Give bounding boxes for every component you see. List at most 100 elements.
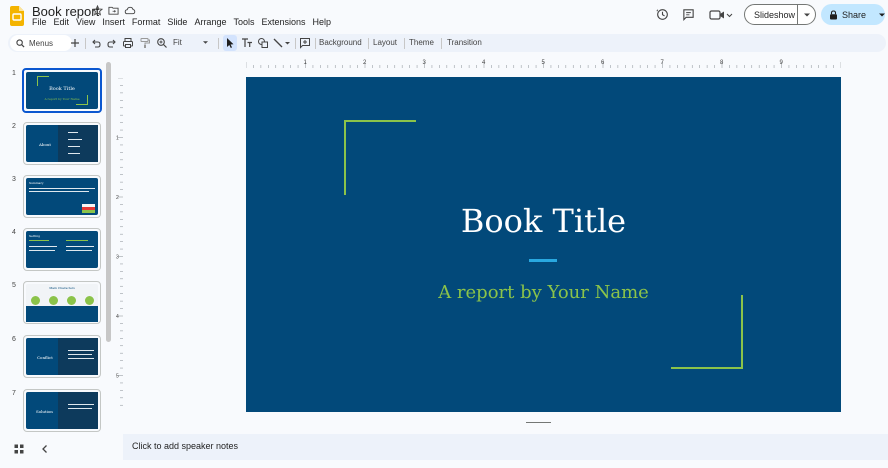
slide-number: 5 [12, 282, 16, 289]
menu-arrange[interactable]: Arrange [194, 17, 230, 27]
shape-icon[interactable] [257, 37, 269, 49]
search-icon [16, 38, 25, 48]
slide-thumbnail-1[interactable]: Book Title A report by Your Name [22, 68, 102, 113]
menu-file[interactable]: File [32, 17, 51, 27]
slide-thumbnail-2[interactable]: About [23, 122, 101, 165]
slide-thumbnail-7[interactable]: Solution [23, 389, 101, 432]
slide-thumbnail-4[interactable]: Setting [23, 228, 101, 271]
filmstrip-scrollbar[interactable] [106, 62, 111, 342]
slide-number: 1 [12, 70, 16, 77]
select-pointer-icon[interactable] [223, 35, 237, 51]
ruler-label: 7 [661, 60, 665, 66]
layout-button[interactable]: Layout [373, 38, 397, 47]
thumb-title: Conflict [37, 355, 53, 360]
star-icon[interactable] [92, 5, 104, 17]
share-caret-down-icon[interactable] [878, 12, 886, 18]
menu-bar: File Edit View Insert Format Slide Arran… [32, 17, 338, 27]
menu-view[interactable]: View [76, 17, 99, 27]
ruler-label: 4 [116, 314, 119, 320]
thumb-subtitle: A report by Your Name [44, 97, 80, 101]
redo-icon[interactable] [106, 37, 118, 49]
thumb-title: Setting [29, 234, 41, 238]
ruler-label: 1 [116, 136, 119, 142]
speaker-notes-panel[interactable]: Click to add speaker notes [123, 434, 888, 460]
ruler-label: 6 [601, 60, 605, 66]
comments-icon[interactable] [682, 8, 695, 21]
ruler-label: 1 [304, 60, 308, 66]
notes-resize-handle[interactable] [526, 422, 551, 423]
toolbar-divider [404, 38, 405, 49]
lock-icon [829, 9, 838, 20]
slide-thumbnail-3[interactable]: Summary [23, 175, 101, 218]
ruler-label: 5 [542, 60, 546, 66]
slide-filmstrip: 1 Book Title A report by Your Name 2 Abo… [0, 60, 112, 432]
thumb-title: Book Title [49, 86, 75, 92]
menus-search[interactable]: Menus [10, 35, 72, 51]
zoom-select[interactable]: Fit [173, 38, 213, 47]
toolbar-divider [441, 38, 442, 49]
toolbar-divider [315, 38, 316, 49]
meet-video-icon[interactable] [709, 9, 733, 21]
slides-logo-icon[interactable] [10, 6, 24, 26]
slide-subtitle[interactable]: A report by Your Name [246, 282, 841, 303]
menu-help[interactable]: Help [313, 17, 336, 27]
slideshow-label: Slideshow [754, 9, 796, 20]
cloud-status-icon[interactable] [124, 5, 136, 17]
thumb-title: Main Characters [49, 286, 75, 290]
thumb-title: Summary [29, 181, 44, 185]
share-button[interactable]: Share [821, 4, 886, 25]
menus-search-label: Menus [29, 38, 54, 48]
slide-title[interactable]: Book Title [246, 202, 841, 240]
menu-slide[interactable]: Slide [167, 17, 191, 27]
slide-number: 4 [12, 229, 16, 236]
thumb-title: Solution [36, 409, 53, 414]
zoom-caret-down-icon [202, 40, 209, 45]
menu-format[interactable]: Format [132, 17, 165, 27]
grid-view-icon[interactable] [13, 443, 25, 455]
horizontal-ruler: 1 2 3 4 5 6 7 8 9 [246, 60, 841, 68]
menu-edit[interactable]: Edit [54, 17, 74, 27]
vertical-ruler: 1 2 3 4 5 [116, 78, 123, 406]
slide-number: 2 [12, 123, 16, 130]
speaker-notes-placeholder: Click to add speaker notes [132, 441, 239, 451]
print-icon[interactable] [122, 37, 134, 49]
ruler-label: 4 [482, 60, 486, 66]
slideshow-button[interactable]: Slideshow [744, 4, 816, 25]
slide-number: 7 [12, 390, 16, 397]
new-slide-plus-icon[interactable] [69, 37, 81, 49]
transition-button[interactable]: Transition [447, 38, 482, 47]
theme-button[interactable]: Theme [409, 38, 434, 47]
add-comment-icon[interactable] [299, 37, 311, 49]
undo-icon[interactable] [90, 37, 102, 49]
toolbar-divider [295, 38, 296, 49]
share-label: Share [842, 9, 867, 20]
caret-down-icon[interactable] [798, 12, 815, 18]
toolbar-divider [85, 38, 86, 49]
title-accent-bar [529, 259, 557, 262]
corner-bracket-bottom-right [671, 295, 743, 369]
ruler-label: 3 [116, 255, 119, 261]
line-tool-icon[interactable] [272, 37, 292, 49]
ruler-label: 3 [423, 60, 427, 66]
zoom-icon[interactable] [156, 37, 168, 49]
background-button[interactable]: Background [319, 38, 362, 47]
version-history-icon[interactable] [656, 8, 669, 21]
chevron-left-icon[interactable] [39, 443, 51, 455]
slide-thumbnail-6[interactable]: Conflict [23, 335, 101, 378]
ruler-label: 2 [116, 195, 119, 201]
menu-insert[interactable]: Insert [102, 17, 129, 27]
thumb-title: About [39, 142, 52, 147]
corner-bracket-top-left [344, 120, 416, 195]
toolbar-divider [218, 38, 219, 49]
slide-number: 3 [12, 176, 16, 183]
app-header: Book report File Edit View Insert Format… [0, 0, 888, 32]
toolbar-divider [368, 38, 369, 49]
menu-tools[interactable]: Tools [233, 17, 258, 27]
slide-canvas[interactable]: Book Title A report by Your Name [246, 77, 841, 412]
move-folder-icon[interactable] [108, 5, 120, 17]
slide-thumbnail-5[interactable]: Main Characters [23, 281, 101, 324]
paint-format-icon[interactable] [139, 37, 151, 49]
toolbar: Menus Fit Background Layout Theme Transi… [8, 34, 886, 52]
text-box-icon[interactable] [241, 37, 253, 49]
menu-extensions[interactable]: Extensions [261, 17, 309, 27]
